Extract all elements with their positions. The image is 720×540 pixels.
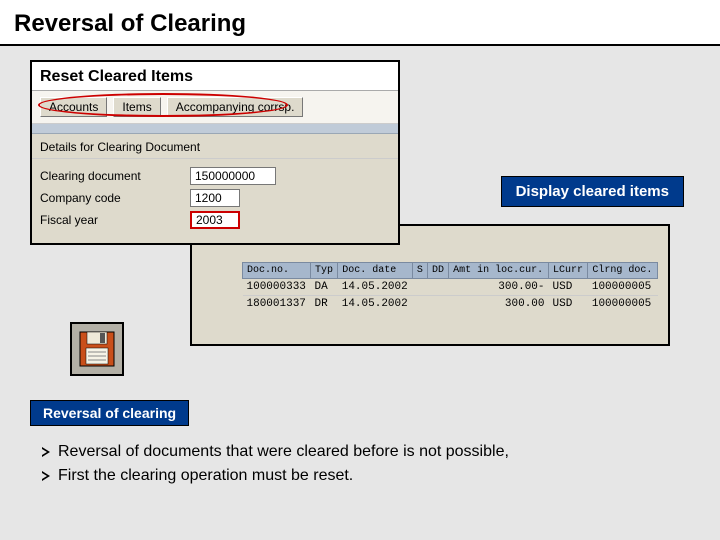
notes-area: Reversal of documents that were cleared … <box>42 440 690 488</box>
col-s: S <box>412 263 427 279</box>
cell-dd <box>427 279 448 296</box>
reset-cleared-items-panel: Reset Cleared Items Accounts Items Accom… <box>30 60 400 245</box>
cell-docno: 180001337 <box>243 296 311 313</box>
chevron-right-icon <box>42 447 50 457</box>
display-cleared-items-badge: Display cleared items <box>501 176 684 207</box>
cell-lcurr: USD <box>549 296 588 313</box>
reset-panel-toolbar: Accounts Items Accompanying corrsp. <box>32 91 398 124</box>
cell-typ: DR <box>310 296 337 313</box>
main-area: Reset Cleared Items Accounts Items Accom… <box>0 46 720 426</box>
col-docdate: Doc. date <box>338 263 413 279</box>
cell-lcurr: USD <box>549 279 588 296</box>
col-lcurr: LCurr <box>549 263 588 279</box>
clearing-document-input[interactable] <box>190 167 276 185</box>
col-amt: Amt in loc.cur. <box>449 263 549 279</box>
table-row[interactable]: 100000333 DA 14.05.2002 300.00- USD 1000… <box>243 279 658 296</box>
cell-typ: DA <box>310 279 337 296</box>
cleared-items-table: Doc.no. Typ Doc. date S DD Amt in loc.cu… <box>242 262 658 312</box>
cell-clrng: 100000005 <box>588 296 658 313</box>
chevron-right-icon <box>42 471 50 481</box>
fiscal-year-input[interactable] <box>190 211 240 229</box>
table-body: 100000333 DA 14.05.2002 300.00- USD 1000… <box>243 279 658 313</box>
cell-date: 14.05.2002 <box>338 279 413 296</box>
col-clrng: Clrng doc. <box>588 263 658 279</box>
col-docno: Doc.no. <box>243 263 311 279</box>
cell-amt: 300.00- <box>449 279 549 296</box>
cell-date: 14.05.2002 <box>338 296 413 313</box>
fiscal-year-row: Fiscal year <box>40 211 390 229</box>
cell-clrng: 100000005 <box>588 279 658 296</box>
fiscal-year-label: Fiscal year <box>40 213 190 227</box>
cell-s <box>412 279 427 296</box>
floppy-disk-icon <box>78 330 116 368</box>
company-code-input[interactable] <box>190 189 240 207</box>
clearing-document-label: Clearing document <box>40 169 190 183</box>
note-line: Reversal of documents that were cleared … <box>42 440 690 464</box>
table-header-row: Doc.no. Typ Doc. date S DD Amt in loc.cu… <box>243 263 658 279</box>
note-text: First the clearing operation must be res… <box>58 464 353 488</box>
company-code-row: Company code <box>40 189 390 207</box>
col-dd: DD <box>427 263 448 279</box>
page-title: Reversal of Clearing <box>0 0 720 46</box>
cell-dd <box>427 296 448 313</box>
table-row[interactable]: 180001337 DR 14.05.2002 300.00 USD 10000… <box>243 296 658 313</box>
cell-amt: 300.00 <box>449 296 549 313</box>
save-button[interactable] <box>70 322 124 376</box>
note-line: First the clearing operation must be res… <box>42 464 690 488</box>
company-code-label: Company code <box>40 191 190 205</box>
col-typ: Typ <box>310 263 337 279</box>
note-text: Reversal of documents that were cleared … <box>58 440 509 464</box>
accompanying-corrsp-button[interactable]: Accompanying corrsp. <box>167 97 304 117</box>
reset-panel-title: Reset Cleared Items <box>32 62 398 91</box>
cell-docno: 100000333 <box>243 279 311 296</box>
form-area: Clearing document Company code Fiscal ye… <box>32 159 398 243</box>
panel-separator <box>32 124 398 134</box>
clearing-document-row: Clearing document <box>40 167 390 185</box>
reversal-of-clearing-badge: Reversal of clearing <box>30 400 189 426</box>
cell-s <box>412 296 427 313</box>
items-button[interactable]: Items <box>113 97 160 117</box>
accounts-button[interactable]: Accounts <box>40 97 107 117</box>
details-header: Details for Clearing Document <box>32 134 398 159</box>
